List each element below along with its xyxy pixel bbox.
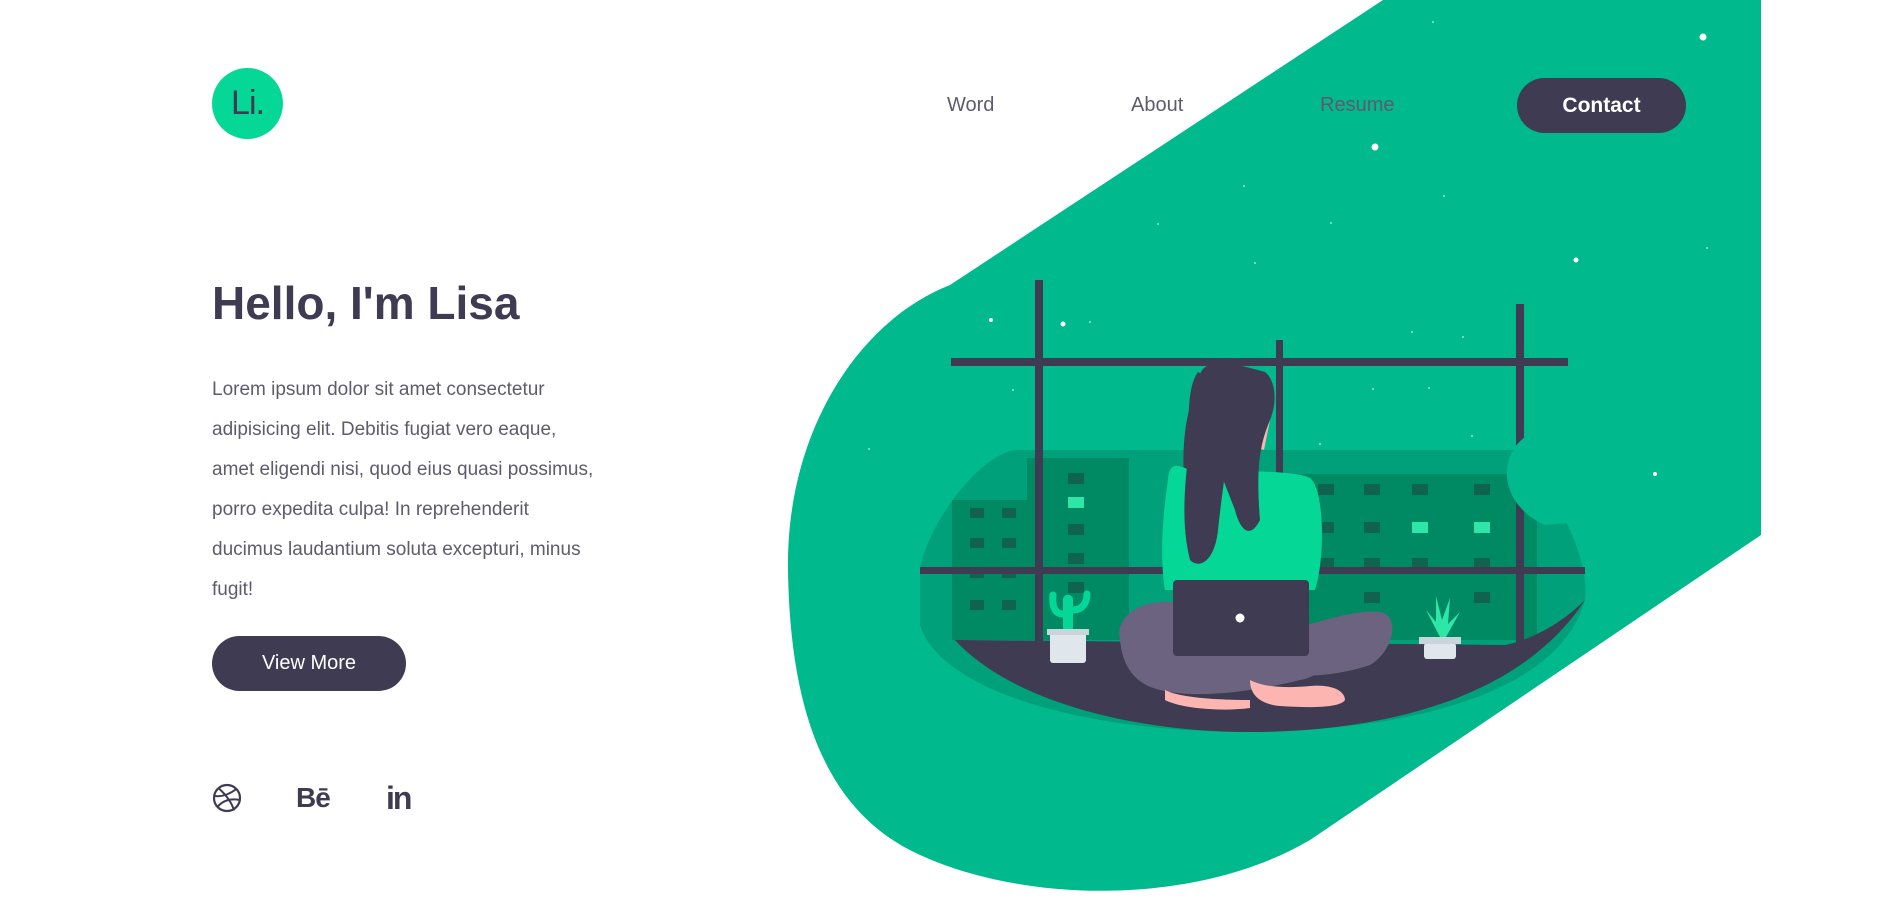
green-background-shape: [787, 0, 1761, 891]
nav-link-about[interactable]: About: [1131, 94, 1183, 117]
page-scrollbar[interactable]: [1884, 0, 1901, 913]
behance-icon[interactable]: Bē: [296, 780, 331, 816]
behance-icon-text: Bē: [296, 782, 331, 813]
nav-link-word[interactable]: Word: [947, 94, 994, 117]
linkedin-icon-text: in: [386, 779, 412, 816]
hero-description: Lorem ipsum dolor sit amet consectetur a…: [212, 379, 594, 600]
dribbble-icon[interactable]: [212, 780, 242, 816]
contact-button[interactable]: Contact: [1517, 78, 1686, 133]
view-more-button[interactable]: View More: [212, 636, 406, 691]
linkedin-icon[interactable]: in: [386, 779, 412, 816]
logo-text: Li.: [231, 84, 265, 122]
hero-title: Hello, I'm Lisa: [212, 277, 520, 329]
logo[interactable]: Li.: [212, 68, 283, 139]
nav-link-resume[interactable]: Resume: [1320, 94, 1394, 117]
